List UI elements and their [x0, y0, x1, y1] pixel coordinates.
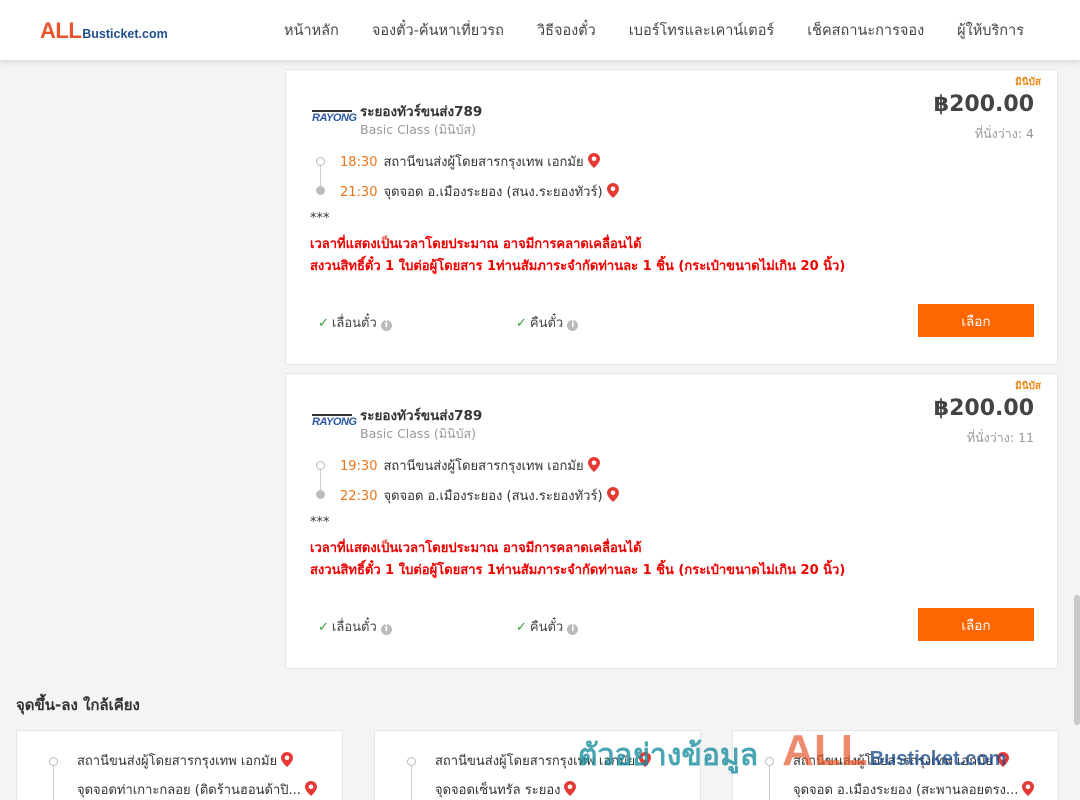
check-icon: ✓ [318, 620, 329, 635]
feature-refund-label: คืนตั๋ว [529, 316, 564, 331]
arrival-stop: 21:30 จุดจอด อ.เมืองระยอง (สนง.ระยองทัวร์… [340, 181, 619, 202]
timeline-end-dot [316, 186, 325, 195]
arrival-time: 21:30 [340, 185, 378, 200]
site-header: ALL Busticket.com หน้าหลัก จองตั๋ว-ค้นหา… [0, 0, 1080, 60]
trip-price: ฿200.00 [933, 396, 1034, 421]
watermark-thai-text: ตัวอย่างข้อมูล [578, 738, 759, 773]
site-logo[interactable]: ALL Busticket.com [40, 18, 168, 44]
feature-reschedule-label: เลื่อนตั๋ว [331, 316, 377, 331]
departure-stop: 19:30 สถานีขนส่งผู้โดยสารกรุงเทพ เอกมัย [340, 455, 600, 476]
timeline-line [320, 470, 321, 490]
departure-stop: 18:30 สถานีขนส่งผู้โดยสารกรุงเทพ เอกมัย [340, 151, 600, 172]
departure-time: 19:30 [340, 459, 378, 474]
note-stars: *** [310, 211, 330, 226]
nav-how-to-book[interactable]: วิธีจองตั๋ว [537, 19, 596, 42]
trip-price: ฿200.00 [933, 92, 1034, 117]
departure-place: สถานีขนส่งผู้โดยสารกรุงเทพ เอกมัย [383, 155, 584, 170]
map-pin-icon[interactable] [587, 153, 600, 168]
nav-home[interactable]: หน้าหลัก [284, 19, 339, 42]
trip-card: มินิบัส RAYONG ระยองทัวร์ขนส่ง789 Basic … [285, 373, 1058, 669]
map-pin-icon[interactable] [281, 752, 294, 767]
nearby-from-label: สถานีขนส่งผู้โดยสารกรุงเทพ เอกมัย [77, 754, 278, 769]
feature-reschedule: ✓ เลื่อนตั๋ว i [318, 312, 392, 333]
check-icon: ✓ [516, 316, 527, 331]
nav-operators[interactable]: ผู้ให้บริการ [957, 19, 1024, 42]
feature-reschedule: ✓ เลื่อนตั๋ว i [318, 616, 392, 637]
arrival-place: จุดจอด อ.เมืองระยอง (สนง.ระยองทัวร์) [383, 185, 603, 200]
note-time-disclaimer: เวลาที่แสดงเป็นเวลาโดยประมาณ อาจมีการคลา… [310, 541, 642, 556]
timeline-line [320, 166, 321, 186]
arrival-place: จุดจอด อ.เมืองระยอง (สนง.ระยองทัวร์) [383, 489, 603, 504]
nav-contact-counter[interactable]: เบอร์โทรและเคาน์เตอร์ [629, 19, 774, 42]
timeline-start-dot [316, 461, 325, 470]
nearby-to: จุดจอดเซ็นทรัล ระยอง [435, 779, 577, 800]
note-stars: *** [310, 515, 330, 530]
feature-reschedule-label: เลื่อนตั๋ว [331, 620, 377, 635]
sample-data-watermark: ตัวอย่างข้อมูล ALL Busticket.com [578, 726, 1006, 779]
note-luggage-policy: สงวนสิทธิ์ตั๋ว 1 ใบต่อผู้โดยสาร 1ท่านสัม… [310, 563, 846, 578]
check-icon: ✓ [318, 316, 329, 331]
logo-all-text: ALL [40, 18, 82, 43]
nearby-stop-card[interactable]: สถานีขนส่งผู้โดยสารกรุงเทพ เอกมัย จุดจอด… [16, 730, 343, 800]
nearby-stops-title: จุดขึ้น-ลง ใกล้เคียง [16, 696, 140, 714]
note-luggage-policy: สงวนสิทธิ์ตั๋ว 1 ใบต่อผู้โดยสาร 1ท่านสัม… [310, 259, 846, 274]
feature-refund-label: คืนตั๋ว [529, 620, 564, 635]
arrival-stop: 22:30 จุดจอด อ.เมืองระยอง (สนง.ระยองทัวร์… [340, 485, 619, 506]
nearby-from: สถานีขนส่งผู้โดยสารกรุงเทพ เอกมัย [77, 750, 294, 771]
watermark-busticket-text: Busticket.com [869, 748, 1007, 770]
timeline-start-dot [49, 757, 58, 766]
map-pin-icon[interactable] [587, 457, 600, 472]
timeline-line [411, 766, 412, 800]
seats-available: ที่นั่งว่าง: 11 [966, 430, 1034, 445]
map-pin-icon[interactable] [606, 183, 619, 198]
check-icon: ✓ [516, 620, 527, 635]
bus-type-badge: มินิบัส [1015, 381, 1041, 392]
timeline-start-dot [407, 757, 416, 766]
operator-name: ระยองทัวร์ขนส่ง789 [360, 408, 483, 424]
feature-refund: ✓ คืนตั๋ว i [516, 616, 579, 637]
nav-check-booking[interactable]: เช็คสถานะการจอง [807, 19, 924, 42]
map-pin-icon[interactable] [564, 781, 577, 796]
logo-busticket-text: Busticket.com [82, 27, 168, 41]
departure-place: สถานีขนส่งผู้โดยสารกรุงเทพ เอกมัย [383, 459, 584, 474]
map-pin-icon[interactable] [606, 487, 619, 502]
info-icon[interactable]: i [567, 624, 579, 635]
info-icon[interactable]: i [567, 320, 579, 331]
note-time-disclaimer: เวลาที่แสดงเป็นเวลาโดยประมาณ อาจมีการคลา… [310, 237, 642, 252]
nearby-to-label: จุดจอด อ.เมืองระยอง (สะพานลอยตรง... [793, 783, 1019, 798]
nearby-to-label: จุดจอดท่าเกาะกลอย (ติดร้านฮอนด้าปิ... [77, 783, 301, 798]
select-trip-button[interactable]: เลือก [918, 304, 1034, 337]
main-nav: หน้าหลัก จองตั๋ว-ค้นหาเที่ยวรถ วิธีจองตั… [251, 0, 1024, 60]
nearby-to: จุดจอดท่าเกาะกลอย (ติดร้านฮอนด้าปิ... [77, 779, 317, 800]
timeline-start-dot [316, 157, 325, 166]
timeline-line [53, 766, 54, 800]
map-pin-icon[interactable] [1022, 781, 1035, 796]
nearby-to: จุดจอด อ.เมืองระยอง (สะพานลอยตรง... [793, 779, 1035, 800]
operator-logo: RAYONG [312, 414, 357, 428]
bus-class: Basic Class (มินิบัส) [360, 122, 477, 137]
page-scrollbar[interactable] [1074, 595, 1080, 725]
bus-type-badge: มินิบัส [1015, 77, 1041, 88]
watermark-all-text: ALL [782, 726, 868, 775]
trip-card: มินิบัส RAYONG ระยองทัวร์ขนส่ง789 Basic … [285, 69, 1058, 365]
arrival-time: 22:30 [340, 489, 378, 504]
nav-book-search[interactable]: จองตั๋ว-ค้นหาเที่ยวรถ [372, 19, 504, 42]
feature-refund: ✓ คืนตั๋ว i [516, 312, 579, 333]
info-icon[interactable]: i [380, 320, 392, 331]
bus-class: Basic Class (มินิบัส) [360, 426, 477, 441]
info-icon[interactable]: i [380, 624, 392, 635]
seats-available: ที่นั่งว่าง: 4 [974, 126, 1034, 141]
map-pin-icon[interactable] [304, 781, 317, 796]
nearby-to-label: จุดจอดเซ็นทรัล ระยอง [435, 783, 561, 798]
select-trip-button[interactable]: เลือก [918, 608, 1034, 641]
timeline-end-dot [316, 490, 325, 499]
operator-logo: RAYONG [312, 110, 357, 124]
operator-name: ระยองทัวร์ขนส่ง789 [360, 104, 483, 120]
departure-time: 18:30 [340, 155, 378, 170]
